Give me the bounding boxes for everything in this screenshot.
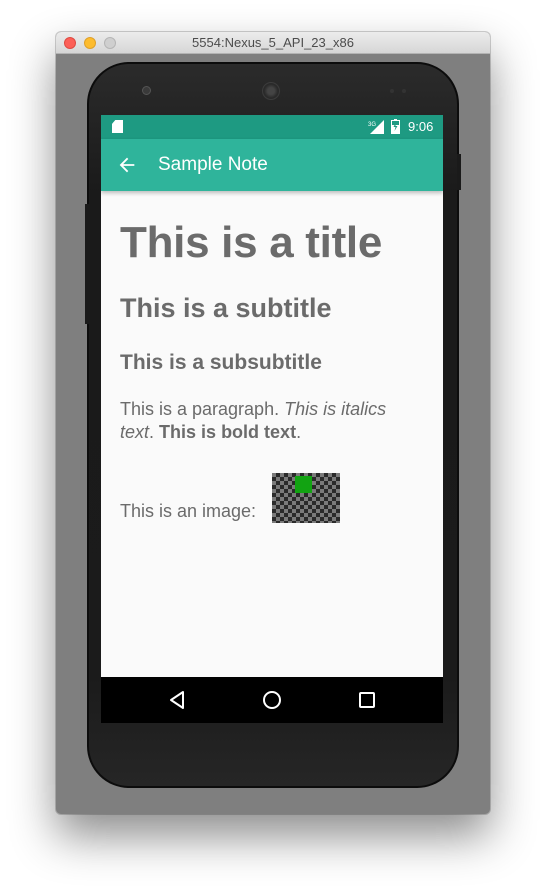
proximity-sensor <box>390 89 394 93</box>
window-title: 5554:Nexus_5_API_23_x86 <box>192 35 354 50</box>
paragraph-bold-text: This is bold text <box>159 422 297 442</box>
note-subtitle: This is a subtitle <box>120 293 332 323</box>
toolbar-title: Sample Note <box>158 154 268 175</box>
volume-button[interactable] <box>85 204 89 324</box>
earpiece-speaker <box>262 82 280 100</box>
front-camera <box>142 86 151 95</box>
image-green-square <box>295 476 312 493</box>
status-time: 9:06 <box>408 119 434 134</box>
navigation-bar <box>101 677 443 723</box>
paragraph-end: . <box>296 422 302 442</box>
nav-recents-icon[interactable] <box>356 689 378 711</box>
app-toolbar: Sample Note <box>101 139 443 191</box>
arrow-back-icon[interactable] <box>116 154 138 176</box>
paragraph-separator: . <box>149 422 155 442</box>
note-title: This is a title <box>120 218 383 267</box>
nav-back-icon[interactable] <box>167 689 189 711</box>
light-sensor <box>402 89 406 93</box>
status-bar: 3G 9:06 <box>101 115 443 139</box>
battery-charging-icon <box>391 119 400 134</box>
image-label: This is an image: <box>120 501 257 521</box>
power-button[interactable] <box>457 154 461 190</box>
note-paragraph: This is a paragraph. This is italics tex… <box>120 398 420 444</box>
paragraph-plain-text: This is a paragraph. <box>120 399 280 419</box>
device-screen: 3G 9:06 Sample Note This is a title This… <box>101 115 443 723</box>
window-titlebar[interactable]: 5554:Nexus_5_API_23_x86 <box>56 32 490 54</box>
note-image <box>272 473 340 523</box>
network-type-label: 3G <box>368 122 376 128</box>
sd-card-icon <box>112 120 123 133</box>
image-row: This is an image: <box>120 473 425 523</box>
nav-home-icon[interactable] <box>261 689 283 711</box>
note-subsubtitle: This is a subsubtitle <box>120 351 322 374</box>
signal-icon: 3G <box>368 120 384 134</box>
